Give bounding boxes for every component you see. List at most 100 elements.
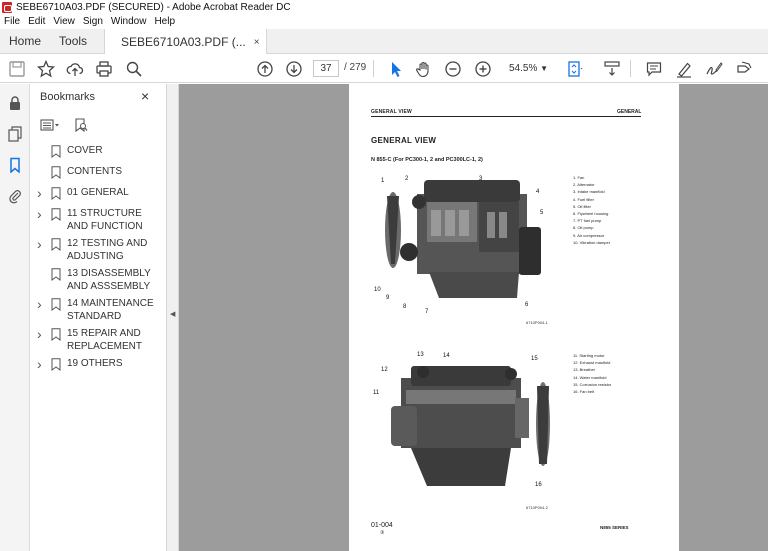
callout-label: 6 xyxy=(525,302,529,308)
scroll-mode-icon[interactable] xyxy=(601,58,623,80)
previous-page-icon[interactable] xyxy=(254,58,276,80)
panel-splitter[interactable]: ◀ xyxy=(167,84,179,551)
bookmark-label: COVER xyxy=(67,145,103,156)
legend-item: 4. Fuel filter xyxy=(573,196,594,202)
bookmark-item[interactable]: › 15 REPAIR AND REPLACEMENT xyxy=(30,327,167,353)
callout-label: 5 xyxy=(540,210,544,216)
more-tools-icon[interactable] xyxy=(733,58,755,80)
page-thumbnails-icon[interactable] xyxy=(6,125,24,143)
callout-label: 9 xyxy=(386,295,390,301)
legend-item: 6. Flywheel housing xyxy=(573,211,609,217)
menu-help[interactable]: Help xyxy=(154,16,175,27)
zoom-level-value: 54.5% xyxy=(509,63,538,74)
chevron-right-icon[interactable]: › xyxy=(37,327,47,353)
bookmark-icon xyxy=(51,187,61,200)
menu-file[interactable]: File xyxy=(4,16,20,27)
legend-item: 3. Intake manifold xyxy=(573,189,605,195)
hand-tool-icon[interactable] xyxy=(413,58,435,80)
next-page-icon[interactable] xyxy=(283,58,305,80)
chevron-right-icon[interactable]: › xyxy=(37,207,47,233)
zoom-out-icon[interactable] xyxy=(442,58,464,80)
tab-close-icon[interactable]: × xyxy=(254,37,260,48)
menu-view[interactable]: View xyxy=(53,16,75,27)
menu-window[interactable]: Window xyxy=(111,16,147,27)
page-header-left: GENERAL VIEW xyxy=(371,109,412,115)
zoom-in-icon[interactable] xyxy=(472,58,494,80)
menu-sign[interactable]: Sign xyxy=(83,16,103,27)
bookmarks-toolbar xyxy=(40,117,88,135)
highlight-pen-icon[interactable] xyxy=(673,58,695,80)
toolbar-divider xyxy=(373,60,374,77)
toolbar: 37 / 279 54.5% ▼ xyxy=(0,54,768,83)
search-zoom-icon[interactable] xyxy=(123,58,145,80)
bookmark-item[interactable]: › 14 MAINTENANCE STANDARD xyxy=(30,297,167,323)
bookmark-icon xyxy=(51,328,61,341)
bookmark-item[interactable]: › 11 STRUCTURE AND FUNCTION xyxy=(30,207,167,233)
bookmark-label: 12 TESTING AND ADJUSTING xyxy=(67,238,148,262)
window-title: SEBE6710A03.PDF (SECURED) - Adobe Acroba… xyxy=(16,1,291,13)
tab-tools[interactable]: Tools xyxy=(50,29,96,53)
menu-edit[interactable]: Edit xyxy=(28,16,45,27)
bookmark-options-icon[interactable] xyxy=(40,118,62,135)
upload-cloud-icon[interactable] xyxy=(64,58,86,80)
bookmark-icon xyxy=(51,238,61,251)
bookmark-icon xyxy=(51,166,61,179)
bookmark-label: 01 GENERAL xyxy=(67,187,129,198)
chevron-down-icon: ▼ xyxy=(540,64,548,73)
callout-label: 3 xyxy=(479,176,483,182)
figure-code-2: 6710P004-2 xyxy=(526,505,548,510)
tab-document[interactable]: SEBE6710A03.PDF (... × xyxy=(104,29,267,55)
bookmark-item[interactable]: › 01 GENERAL xyxy=(30,186,167,200)
bookmark-panel-icon[interactable] xyxy=(6,156,24,174)
callout-label: 13 xyxy=(417,352,424,358)
bookmarks-panel-title: Bookmarks xyxy=(40,91,96,103)
star-icon[interactable] xyxy=(35,58,57,80)
pdf-page: GENERAL VIEW GENERAL GENERAL VIEW N 855-… xyxy=(349,84,679,551)
bookmark-item[interactable]: › 12 TESTING AND ADJUSTING xyxy=(30,237,167,263)
sign-icon[interactable] xyxy=(703,58,725,80)
callout-label: 8 xyxy=(403,304,407,310)
comment-icon[interactable] xyxy=(643,58,665,80)
attachment-icon[interactable] xyxy=(6,187,24,205)
fit-page-icon[interactable] xyxy=(564,58,586,80)
bookmark-item[interactable]: 13 DISASSEMBLY AND ASSSEMBLY xyxy=(30,267,167,293)
chevron-right-icon[interactable]: › xyxy=(37,186,47,200)
bookmark-search-icon[interactable] xyxy=(74,117,88,135)
close-icon[interactable]: × xyxy=(141,88,149,104)
acrobat-app-icon xyxy=(2,1,12,13)
select-cursor-icon[interactable] xyxy=(385,58,407,80)
print-icon[interactable] xyxy=(93,58,115,80)
legend-item: 11. Starting motor xyxy=(573,353,605,358)
callout-label: 12 xyxy=(381,367,388,373)
legend-item: 8. Oil pump xyxy=(573,225,594,231)
bookmark-item[interactable]: CONTENTS xyxy=(30,165,167,179)
legend-item: 13. Breather xyxy=(573,367,596,373)
bookmark-item[interactable]: › 19 OTHERS xyxy=(30,357,167,371)
callout-label: 15 xyxy=(531,356,538,362)
title-bar: SEBE6710A03.PDF (SECURED) - Adobe Acroba… xyxy=(0,0,768,14)
bookmark-label: CONTENTS xyxy=(67,166,122,177)
page-number-footer: 01-004 xyxy=(371,522,393,529)
lock-icon[interactable] xyxy=(6,94,24,112)
legend-item: 14. Water manifold xyxy=(573,374,607,380)
bookmark-icon xyxy=(51,145,61,158)
chevron-right-icon[interactable]: › xyxy=(37,297,47,323)
chevron-right-icon[interactable]: › xyxy=(37,357,47,371)
tab-home[interactable]: Home xyxy=(0,29,50,53)
chevron-right-icon[interactable]: › xyxy=(37,237,47,263)
save-icon[interactable] xyxy=(6,58,28,80)
legend-item: 16. Fan belt xyxy=(573,389,595,395)
legend-item: 10. Vibration damper xyxy=(573,239,611,245)
page-number-input[interactable]: 37 xyxy=(313,60,339,77)
collapse-panel-icon[interactable]: ◀ xyxy=(170,310,175,318)
bookmark-item[interactable]: COVER xyxy=(30,144,167,158)
zoom-level-select[interactable]: 54.5% ▼ xyxy=(503,60,551,77)
document-view[interactable]: GENERAL VIEW GENERAL GENERAL VIEW N 855-… xyxy=(179,84,768,551)
callout-label: 1 xyxy=(381,178,385,184)
legend-item: 5. Oil filter xyxy=(573,203,592,209)
page-revision-mark: ③ xyxy=(380,530,385,536)
tab-bar: Home Tools SEBE6710A03.PDF (... × xyxy=(0,29,768,55)
